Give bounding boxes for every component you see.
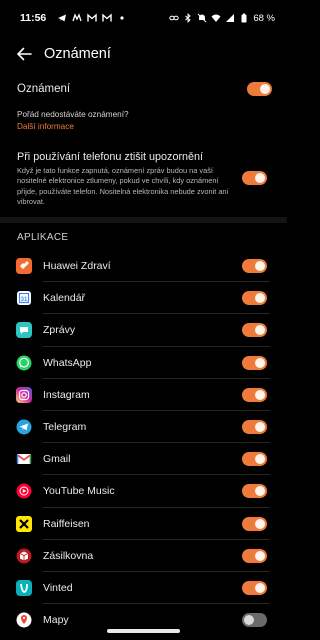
app-name: Zásilkovna	[43, 549, 94, 562]
notifications-toggle[interactable]	[247, 82, 272, 96]
section-divider	[0, 217, 287, 223]
back-button[interactable]	[12, 42, 36, 66]
apps-section-title: APLIKACE	[17, 232, 69, 243]
app-name: WhatsApp	[43, 356, 92, 369]
app-name: Instagram	[43, 388, 90, 401]
app-name: Raiffeisen	[43, 517, 90, 530]
silence-toggle[interactable]	[242, 171, 267, 185]
app-row[interactable]: Telegram	[0, 411, 287, 444]
app-row[interactable]: Huawei Zdraví	[0, 250, 287, 283]
app-toggle[interactable]	[242, 323, 267, 338]
home-indicator[interactable]	[107, 629, 180, 633]
app-row[interactable]: Zásilkovna	[0, 540, 287, 572]
svg-text:31: 31	[21, 297, 28, 303]
telegram-icon	[57, 13, 67, 23]
status-time: 11:56	[20, 12, 47, 24]
app-toggle[interactable]	[242, 387, 267, 402]
app-row[interactable]: Raiffeisen	[0, 508, 287, 540]
app-toggle[interactable]	[242, 420, 267, 435]
signal-icon	[225, 13, 235, 23]
instagram-icon	[16, 386, 32, 403]
app-toggle[interactable]	[242, 548, 267, 563]
bluetooth-icon	[183, 13, 193, 23]
battery-percent: 68 %	[253, 12, 275, 24]
app-toggle[interactable]	[242, 452, 267, 467]
app-list: Huawei Zdraví 31 Kalendář Zprávy WhatsApp Ins…	[0, 250, 287, 636]
youtube-music-icon	[16, 483, 32, 499]
page-title: Oznámení	[44, 46, 111, 62]
dot-icon	[117, 13, 127, 23]
app-name: Telegram	[43, 421, 87, 434]
mail-icon	[72, 13, 82, 23]
gmail-icon	[87, 13, 97, 23]
app-toggle[interactable]	[242, 613, 267, 628]
gmail-icon	[16, 451, 32, 467]
app-row[interactable]: WhatsApp	[0, 347, 287, 379]
link-icon	[169, 13, 180, 23]
app-name: Mapy	[43, 614, 69, 627]
arrow-left-icon	[16, 47, 32, 61]
app-row[interactable]: Instagram	[0, 379, 287, 411]
notifications-row[interactable]: Oznámení	[17, 80, 272, 98]
silence-description: Když je tato funkce zapnutá, oznámení zp…	[17, 166, 229, 207]
app-name: Vinted	[43, 581, 73, 594]
app-row[interactable]: YouTube Music	[0, 475, 287, 508]
app-header: Oznámení	[0, 36, 287, 72]
mute-icon	[197, 13, 207, 23]
zasilkovna-icon	[16, 548, 32, 564]
notifications-label: Oznámení	[17, 83, 71, 95]
raiffeisen-icon	[16, 515, 32, 532]
app-name: Zprávy	[43, 324, 76, 337]
app-row[interactable]: Zprávy	[0, 314, 287, 347]
battery-icon	[239, 13, 249, 23]
messages-icon	[16, 322, 32, 339]
app-name: Kalendář	[43, 292, 86, 305]
status-bar: 11:56 68 %	[0, 0, 287, 36]
app-row[interactable]: Gmail	[0, 443, 287, 476]
whatsapp-icon	[16, 355, 32, 371]
app-name: Gmail	[43, 453, 71, 466]
calendar-icon: 31	[16, 290, 32, 306]
wifi-icon	[211, 13, 221, 23]
app-toggle[interactable]	[242, 516, 267, 531]
huawei-health-icon	[16, 258, 32, 275]
more-info-link[interactable]: Další informace	[17, 122, 74, 131]
vinted-icon	[16, 579, 32, 596]
app-toggle[interactable]	[242, 259, 267, 274]
app-toggle[interactable]	[242, 580, 267, 595]
app-name: YouTube Music	[43, 485, 115, 498]
maps-icon	[16, 612, 32, 628]
gmail-icon	[102, 13, 112, 23]
help-question: Pořád nedostáváte oznámení?	[17, 110, 129, 119]
app-toggle[interactable]	[242, 355, 267, 370]
telegram-icon	[16, 419, 32, 435]
app-row[interactable]: 31 Kalendář	[0, 282, 287, 315]
silence-title: Při používání telefonu ztišit upozornění	[17, 151, 204, 163]
app-toggle[interactable]	[242, 484, 267, 499]
app-toggle[interactable]	[242, 291, 267, 306]
app-name: Huawei Zdraví	[43, 260, 111, 273]
app-row[interactable]: Vinted	[0, 572, 287, 605]
